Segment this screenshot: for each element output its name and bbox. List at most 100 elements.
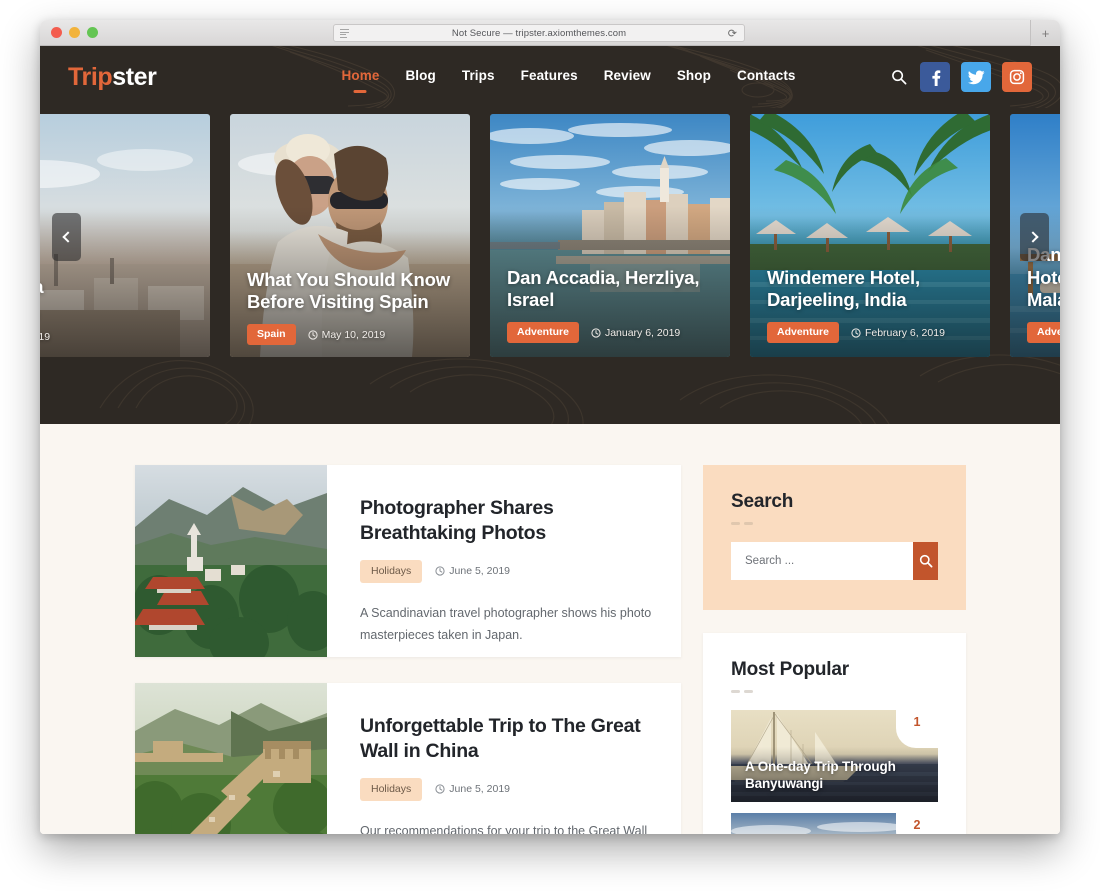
- slide-date-text: February 6, 2019: [864, 326, 945, 339]
- search-submit-button[interactable]: [913, 542, 938, 580]
- nav-item-trips[interactable]: Trips: [462, 68, 495, 86]
- widget-divider: [731, 690, 938, 693]
- nav-item-contacts[interactable]: Contacts: [737, 68, 796, 86]
- slide-date-text: ay 6, 2019: [40, 331, 51, 343]
- main-navigation: Home Blog Trips Features Review Shop Con…: [342, 68, 796, 86]
- post-card[interactable]: Unforgettable Trip to The Great Wall in …: [135, 683, 681, 834]
- popular-rank-number: 1: [913, 715, 921, 729]
- site-logo[interactable]: Tripster: [68, 63, 157, 92]
- slide-date-text: January 6, 2019: [604, 326, 681, 339]
- slide-category-badge[interactable]: Spain: [247, 324, 296, 345]
- carousel-slide[interactable]: What You Should Know Before Visiting Spa…: [230, 114, 470, 357]
- slide-category-badge[interactable]: Adventure: [767, 322, 839, 343]
- header-actions: [889, 62, 1032, 92]
- slide-title: Gràcia elona,: [40, 276, 196, 321]
- search-widget-title: Search: [731, 491, 794, 512]
- nav-item-review[interactable]: Review: [604, 68, 651, 86]
- slide-date: May 10, 2019: [307, 328, 386, 341]
- logo-part-trip: Trip: [68, 62, 113, 91]
- clock-icon: [307, 329, 318, 340]
- address-bar[interactable]: Not Secure — tripster.axiomthemes.com ⟳: [333, 24, 745, 42]
- sidebar: Search Most Popular: [703, 465, 966, 834]
- traffic-lights: [51, 27, 98, 38]
- post-date-text: June 5, 2019: [449, 783, 510, 796]
- nav-item-features[interactable]: Features: [521, 68, 578, 86]
- slide-caption: Gràcia elona, ay 6, 2019: [40, 276, 196, 343]
- popular-item[interactable]: 2: [731, 813, 938, 834]
- post-date: June 5, 2019: [435, 783, 510, 795]
- search-input[interactable]: [731, 542, 913, 580]
- browser-chrome: Not Secure — tripster.axiomthemes.com ⟳ …: [40, 20, 1060, 46]
- slide-date: January 6, 2019: [591, 327, 680, 339]
- search-icon: [919, 554, 932, 568]
- carousel-slide[interactable]: Dan Accadia, Herzliya, Israel Adventure …: [490, 114, 730, 357]
- twitter-icon[interactable]: [961, 62, 991, 92]
- browser-window: Not Secure — tripster.axiomthemes.com ⟳ …: [40, 20, 1060, 834]
- reload-icon[interactable]: ⟳: [728, 27, 737, 41]
- chevron-left-icon: [62, 231, 74, 243]
- facebook-icon[interactable]: [920, 62, 950, 92]
- post-card[interactable]: Photographer Shares Breathtaking Photos …: [135, 465, 681, 657]
- clock-icon: [435, 566, 445, 576]
- popular-rank-notch: 1: [896, 710, 938, 748]
- slide-category-badge[interactable]: Adventure: [1027, 322, 1060, 343]
- nav-item-home[interactable]: Home: [342, 68, 380, 86]
- post-tag-badge[interactable]: Holidays: [360, 559, 423, 583]
- search-icon[interactable]: [889, 67, 909, 87]
- slide-title: Dan Accadia, Herzliya, Israel: [507, 266, 700, 311]
- post-excerpt: A Scandinavian travel photographer shows…: [360, 605, 652, 643]
- clock-icon: [435, 784, 445, 794]
- slide-caption: Dan Accadia, Herzliya, Israel Adventure …: [507, 267, 716, 343]
- widget-divider: [731, 522, 938, 525]
- reader-view-icon[interactable]: [340, 29, 349, 38]
- carousel-slide[interactable]: Windemere Hotel, Darjeeling, India Adven…: [750, 114, 990, 357]
- post-thumbnail[interactable]: [135, 465, 327, 657]
- slide-meta: Adventure February 6, 2019: [767, 322, 976, 343]
- popular-widget-title: Most Popular: [731, 659, 849, 680]
- slide-caption: What You Should Know Before Visiting Spa…: [247, 269, 456, 345]
- page-viewport: Tripster Home Blog Trips Features Review…: [40, 46, 1060, 834]
- new-tab-button[interactable]: +: [1030, 20, 1060, 46]
- most-popular-widget: Most Popular 1 A One-day Trip Through Ba…: [703, 633, 966, 834]
- post-meta: Holidays June 5, 2019: [360, 559, 655, 583]
- slide-category-badge[interactable]: Adventure: [507, 322, 579, 343]
- url-text: Not Secure — tripster.axiomthemes.com: [451, 27, 627, 39]
- slide-meta: Adventure January 6, 2019: [507, 322, 716, 343]
- slide-date-text: May 10, 2019: [321, 328, 386, 341]
- nav-item-shop[interactable]: Shop: [677, 68, 711, 86]
- post-body: Unforgettable Trip to The Great Wall in …: [327, 683, 681, 834]
- slide-title: Windemere Hotel, Darjeeling, India: [767, 266, 920, 311]
- slide-date: ay 6, 2019: [40, 331, 50, 343]
- nav-item-blog[interactable]: Blog: [405, 68, 435, 86]
- chevron-right-icon: [1027, 231, 1039, 243]
- maximize-window-button[interactable]: [87, 27, 98, 38]
- popular-rank-notch: 2: [896, 813, 938, 834]
- post-date: June 5, 2019: [435, 565, 510, 577]
- popular-item[interactable]: 1 A One-day Trip Through Banyuwangi: [731, 710, 938, 802]
- popular-item-title[interactable]: A One-day Trip Through Banyuwangi: [745, 758, 898, 793]
- close-window-button[interactable]: [51, 27, 62, 38]
- post-thumbnail[interactable]: [135, 683, 327, 834]
- popular-rank-number: 2: [913, 818, 921, 832]
- post-meta: Holidays June 5, 2019: [360, 777, 655, 801]
- slide-meta: Adventure: [1027, 322, 1060, 343]
- clock-icon: [851, 327, 861, 338]
- carousel-next-button[interactable]: [1020, 213, 1049, 261]
- post-title[interactable]: Unforgettable Trip to The Great Wall in …: [360, 714, 655, 765]
- slide-date: February 6, 2019: [851, 327, 945, 339]
- search-form: [731, 542, 938, 580]
- slide-meta: ay 6, 2019: [40, 331, 196, 343]
- post-tag-badge[interactable]: Holidays: [360, 777, 423, 801]
- carousel-prev-button[interactable]: [52, 213, 81, 261]
- post-body: Photographer Shares Breathtaking Photos …: [327, 465, 681, 657]
- instagram-icon[interactable]: [1002, 62, 1032, 92]
- great-wall-photo: [135, 683, 327, 834]
- slide-caption: Windemere Hotel, Darjeeling, India Adven…: [767, 267, 976, 343]
- pagoda-mountains-photo: [135, 465, 327, 657]
- slide-title: What You Should Know Before Visiting Spa…: [247, 268, 450, 313]
- minimize-window-button[interactable]: [69, 27, 80, 38]
- post-excerpt: Our recommendations for your trip to the…: [360, 823, 648, 834]
- logo-part-ster: ster: [112, 62, 157, 91]
- post-list: Photographer Shares Breathtaking Photos …: [135, 465, 681, 834]
- post-title[interactable]: Photographer Shares Breathtaking Photos: [360, 496, 655, 547]
